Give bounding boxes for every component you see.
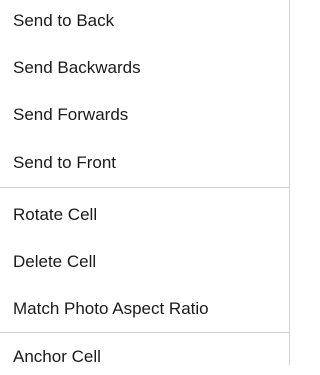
menu-item-delete-cell[interactable]: Delete Cell: [0, 244, 289, 280]
context-menu: Send to Back Send Backwards Send Forward…: [0, 0, 290, 366]
menu-item-send-forwards[interactable]: Send Forwards: [0, 97, 289, 133]
menu-item-rotate-cell[interactable]: Rotate Cell: [0, 197, 289, 233]
menu-item-send-to-back[interactable]: Send to Back: [0, 3, 289, 39]
menu-item-send-backwards[interactable]: Send Backwards: [0, 50, 289, 86]
menu-separator: [0, 332, 289, 333]
menu-separator: [0, 187, 289, 188]
menu-item-anchor-cell[interactable]: Anchor Cell: [0, 339, 289, 375]
menu-item-match-photo-aspect-ratio[interactable]: Match Photo Aspect Ratio: [0, 291, 289, 327]
menu-item-send-to-front[interactable]: Send to Front: [0, 145, 289, 181]
